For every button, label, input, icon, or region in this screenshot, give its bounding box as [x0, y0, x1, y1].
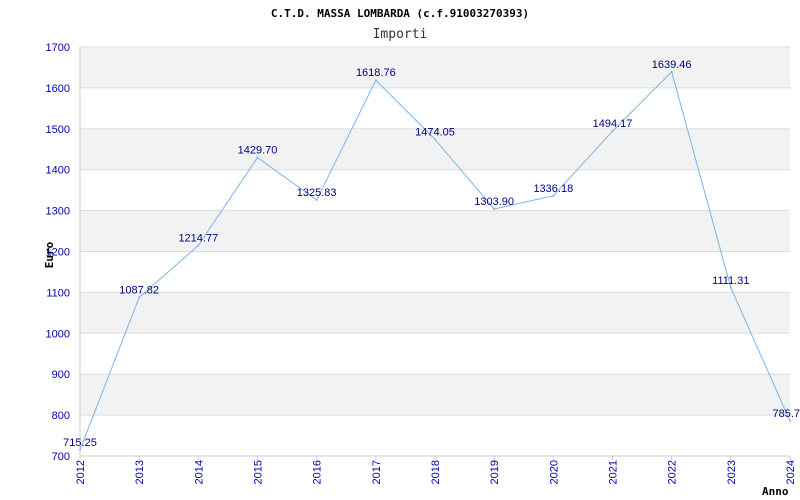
data-point: [315, 199, 318, 202]
band: [80, 210, 790, 252]
y-tick-label: 900: [52, 369, 70, 381]
x-tick-label: 2017: [371, 460, 383, 484]
y-tick-label: 800: [52, 410, 70, 422]
data-point: [670, 70, 673, 73]
x-tick-label: 2020: [548, 460, 560, 484]
data-label: 1111.31: [712, 275, 749, 287]
data-label: 1214.77: [178, 232, 218, 244]
x-tick-label: 2015: [253, 460, 265, 484]
data-point: [374, 79, 377, 82]
y-tick-label: 1600: [46, 83, 70, 95]
chart-subtitle: Importi: [373, 27, 428, 42]
data-label: 1474.05: [415, 126, 455, 138]
data-point: [611, 130, 614, 133]
x-tick-label: 2023: [726, 460, 738, 484]
band: [80, 292, 790, 334]
data-label: 1429.70: [238, 145, 278, 157]
x-tick-label: 2013: [134, 460, 146, 484]
y-tick-label: 1700: [46, 42, 70, 54]
band: [80, 374, 790, 416]
x-tick-label: 2019: [489, 460, 501, 484]
data-point: [552, 194, 555, 197]
data-point: [493, 208, 496, 211]
x-tick-label: 2018: [430, 460, 442, 484]
data-point: [79, 448, 81, 451]
data-label: 715.25: [63, 437, 97, 449]
data-label: 1618.76: [356, 67, 396, 79]
data-point: [789, 419, 791, 422]
y-tick-label: 1000: [46, 328, 70, 340]
data-label: 1639.46: [652, 59, 692, 71]
x-tick-labels: 2012 2013 2014 2015 2016 2017 2018 2019 2020 2021…: [75, 456, 797, 484]
background-bands: [80, 47, 790, 416]
x-axis-label: Anno: [762, 485, 789, 498]
data-point: [729, 286, 732, 289]
x-tick-label: 2022: [667, 460, 679, 484]
x-tick-label: 2014: [193, 460, 205, 484]
data-label: 1336.18: [533, 183, 573, 195]
data-point: [197, 244, 200, 247]
data-label: 785.7: [772, 408, 800, 420]
data-label: 1303.90: [474, 196, 514, 208]
line-chart: 7008009001000110012001300140015001600170…: [43, 7, 800, 498]
x-tick-label: 2024: [785, 460, 797, 484]
y-tick-label: 1300: [46, 206, 70, 218]
data-label: 1087.82: [119, 284, 159, 296]
data-point: [256, 156, 259, 159]
x-tick-label: 2021: [608, 460, 620, 484]
data-point: [138, 296, 141, 299]
y-tick-label: 1100: [46, 287, 70, 299]
x-tick-label: 2012: [75, 460, 87, 484]
x-tick-label: 2016: [312, 460, 324, 484]
y-tick-label: 1400: [46, 165, 70, 177]
y-tick-label: 1500: [46, 124, 70, 136]
data-label: 1325.83: [297, 187, 337, 199]
y-axis-label: Euro: [43, 241, 56, 268]
chart-title: C.T.D. MASSA LOMBARDA (c.f.91003270393): [271, 7, 529, 20]
data-label: 1494.17: [593, 118, 633, 130]
y-tick-label: 700: [52, 451, 70, 463]
data-point: [434, 138, 436, 141]
